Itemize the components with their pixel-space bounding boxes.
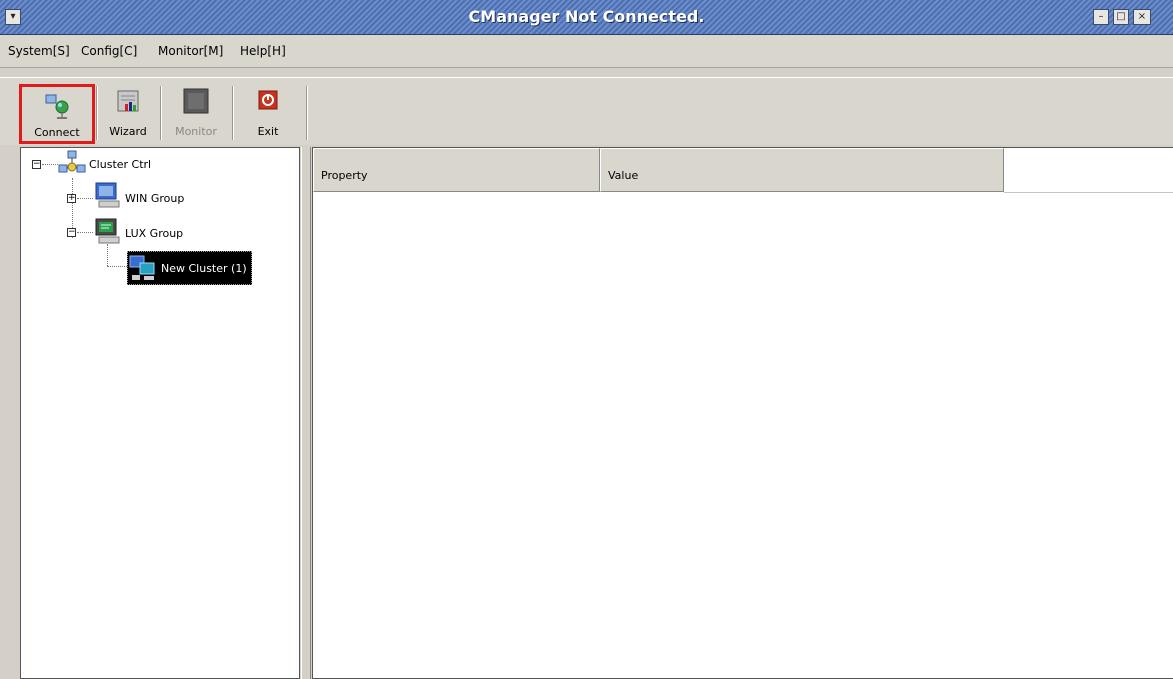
toolbar-separator [160,86,162,140]
toolbar-separator [96,86,98,140]
toolbar-separator [232,86,234,140]
tree-node-label[interactable]: WIN Group [125,192,184,205]
tree-node-label[interactable]: LUX Group [125,227,183,240]
selected-node-label: New Cluster (1) [161,261,247,275]
wizard-button[interactable]: Wizard [100,82,156,140]
close-button[interactable]: × [1133,9,1151,25]
tree-node-selected[interactable]: New Cluster (1) [127,251,252,285]
menu-system[interactable]: System[S] [8,44,70,58]
panel-splitter[interactable] [301,147,311,679]
menu-monitor[interactable]: Monitor[M] [158,44,223,58]
collapse-toggle[interactable]: − [67,228,76,237]
exit-button[interactable]: Exit [236,82,300,140]
network-connect-icon [45,94,69,119]
tree-node-label[interactable]: Cluster Ctrl [89,158,151,171]
wizard-icon [117,90,139,112]
menu-help[interactable]: Help[H] [240,44,286,58]
cluster-ctrl-icon [58,150,86,173]
tree-connector [77,198,93,199]
monitor-icon [183,88,209,114]
title-bar[interactable]: ▾ CManager Not Connected. – □ × [0,0,1173,35]
monitor-button[interactable]: Monitor [164,82,228,140]
toolbar: Connect Wizard Monitor Exit [0,77,1173,145]
cluster-tree[interactable]: − Cluster Ctrl + WIN Group − LUX Group N… [20,147,300,679]
menu-bar: System[S] Config[C] Monitor[M] Help[H] [0,35,1173,68]
table-header-filler [1004,148,1173,193]
wizard-label: Wizard [109,125,147,138]
table-header: Property Value [313,148,1004,194]
column-header-property[interactable]: Property [313,148,600,192]
exit-icon [258,90,278,110]
menu-config[interactable]: Config[C] [81,44,137,58]
tree-connector [107,244,108,266]
minimize-button[interactable]: – [1093,9,1109,25]
tree-connector [77,232,93,233]
tree-connector [42,164,58,165]
window-title: CManager Not Connected. [468,7,705,26]
tree-connector [107,266,127,267]
collapse-toggle[interactable]: − [32,160,41,169]
connect-label: Connect [34,126,80,139]
cluster-node-icon [129,255,155,280]
monitor-label: Monitor [175,125,217,138]
windows-computer-icon [95,182,120,208]
toolbar-separator [306,86,308,140]
linux-computer-icon [95,218,120,244]
connect-button[interactable]: Connect [19,84,95,144]
exit-label: Exit [257,125,279,138]
maximize-button[interactable]: □ [1113,9,1129,25]
column-header-value[interactable]: Value [600,148,1004,192]
property-table: Property Value [312,147,1173,679]
expand-toggle[interactable]: + [67,194,76,203]
